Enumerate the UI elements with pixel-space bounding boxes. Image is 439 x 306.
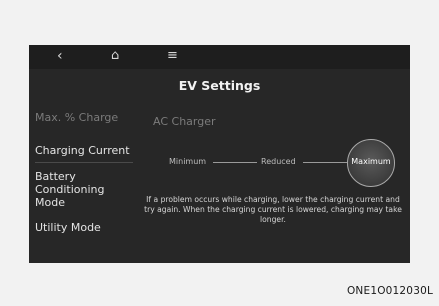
sidebar-item-utility-mode[interactable]: Utility Mode [35,221,101,234]
track-line [303,162,347,163]
step-maximum[interactable]: Maximum [347,157,395,166]
home-icon[interactable]: ⌂ [111,49,119,63]
step-reduced[interactable]: Reduced [261,157,296,166]
section-header: AC Charger [153,115,216,128]
top-bar: ‹ ⌂ ≡ [29,45,410,69]
sidebar-item-max-charge[interactable]: Max. % Charge [35,111,118,124]
sidebar-item-charging-current[interactable]: Charging Current [35,144,130,157]
figure-caption: ONE1O012030L [346,285,433,297]
step-minimum[interactable]: Minimum [169,157,206,166]
back-icon[interactable]: ‹ [57,49,63,63]
charging-note: If a problem occurs while charging, lowe… [144,195,402,224]
track-line [213,162,257,163]
sidebar-item-battery-conditioning[interactable]: Battery Conditioning Mode [35,170,115,209]
menu-icon[interactable]: ≡ [167,49,178,63]
display-screen: ‹ ⌂ ≡ EV Settings Max. % Charge Charging… [29,45,410,263]
sidebar-divider [35,162,133,163]
page-title: EV Settings [178,78,261,93]
